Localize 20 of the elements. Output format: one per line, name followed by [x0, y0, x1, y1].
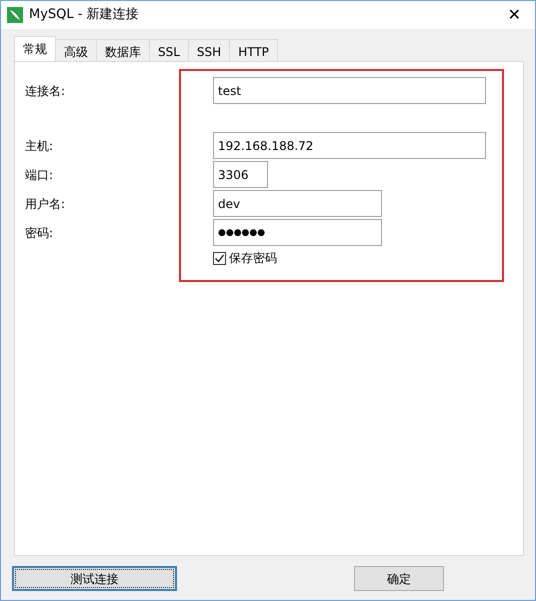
field-label: 端口: [25, 166, 54, 184]
checkbox[interactable] [213, 252, 226, 264]
input-field[interactable]: dev [213, 190, 382, 217]
input-field[interactable]: 192.168.188.72 [213, 132, 486, 159]
window-title: MySQL - 新建连接 [29, 6, 140, 24]
field-label: 用户名: [25, 196, 66, 212]
ok-button[interactable]: 确定 [354, 566, 444, 591]
checkbox-label: 保存密码 [229, 250, 277, 267]
input-field[interactable]: 3306 [213, 161, 268, 188]
tab[interactable]: 数据库 [96, 39, 150, 61]
app-logo-icon [7, 7, 23, 23]
field-label: 连接名: [25, 82, 66, 100]
field-label: 主机: [25, 138, 54, 154]
test-connection-button[interactable]: 测试连接 [12, 566, 177, 591]
tab[interactable]: 常规 [14, 36, 56, 61]
tab[interactable]: HTTP [229, 39, 278, 61]
close-button[interactable]: ✕ [500, 3, 529, 27]
password-field[interactable]: ●●●●●● [213, 219, 382, 246]
input-field[interactable]: test [213, 77, 486, 104]
field-label: 密码: [25, 224, 54, 242]
